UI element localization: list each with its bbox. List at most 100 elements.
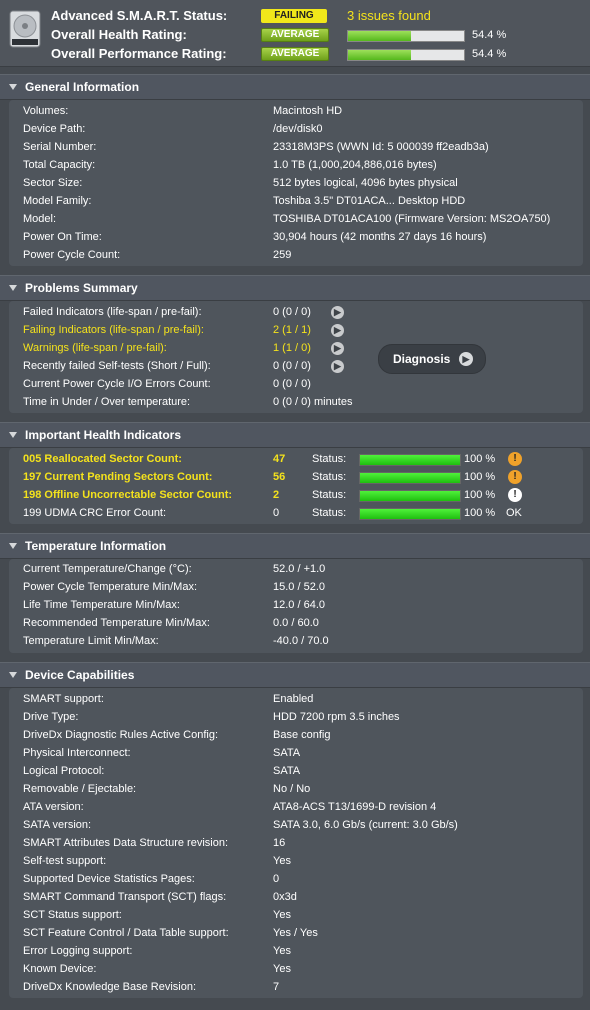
capability-row: SMART support: Enabled	[23, 690, 583, 708]
disclosure-triangle-icon[interactable]	[9, 672, 17, 678]
disclosure-triangle-icon[interactable]	[9, 285, 17, 291]
indicator-bar-fill	[360, 509, 460, 519]
row-value: -40.0 / 70.0	[273, 635, 329, 647]
arrow-right-icon[interactable]: ▶	[331, 342, 344, 355]
row-label: Logical Protocol:	[23, 765, 105, 777]
problem-row: Recently failed Self-tests (Short / Full…	[23, 357, 583, 375]
diagnosis-button[interactable]: Diagnosis ▶	[378, 344, 486, 374]
row-value: Yes	[273, 963, 291, 975]
problem-label: Warnings (life-span / pre-fail):	[23, 342, 167, 354]
health-indicators-panel: 005 Reallocated Sector Count: 47 Status: 10…	[9, 448, 583, 524]
capability-row: Self-test support: Yes	[23, 852, 583, 870]
indicator-bar	[359, 472, 461, 484]
general-info-row: Serial Number: 23318M3PS (WWN Id: 5 00003…	[23, 138, 583, 156]
section-title: Problems Summary	[25, 281, 138, 295]
warning-icon[interactable]: !	[508, 488, 522, 502]
indicator-bar-fill	[360, 473, 460, 483]
diagnosis-label: Diagnosis	[393, 352, 451, 366]
capabilities-panel: SMART support: Enabled Drive Type: HDD 7200…	[9, 688, 583, 998]
arrow-right-icon[interactable]: ▶	[331, 324, 344, 337]
row-label: Power On Time:	[23, 231, 102, 243]
row-value: SATA	[273, 765, 301, 777]
capability-row: Removable / Ejectable: No / No	[23, 780, 583, 798]
indicator-name: 199 UDMA CRC Error Count:	[23, 507, 167, 519]
row-label: Serial Number:	[23, 141, 97, 153]
arrow-right-icon[interactable]: ▶	[331, 360, 344, 373]
section-title: General Information	[25, 80, 140, 94]
general-info-row: Power On Time: 30,904 hours (42 months 27…	[23, 228, 583, 246]
row-label: Error Logging support:	[23, 945, 133, 957]
performance-rating-bar-fill	[348, 50, 412, 60]
disclosure-triangle-icon[interactable]	[9, 543, 17, 549]
problem-label: Time in Under / Over temperature:	[23, 396, 191, 408]
status-header: Advanced S.M.A.R.T. Status: FAILING 3 is…	[0, 0, 590, 67]
row-value: 0.0 / 60.0	[273, 617, 319, 629]
row-value: 259	[273, 249, 292, 261]
row-value: 12.0 / 64.0	[273, 599, 325, 611]
section-header-health[interactable]: Important Health Indicators	[0, 422, 590, 448]
row-label: Model:	[23, 213, 57, 225]
section-title: Important Health Indicators	[25, 428, 182, 442]
section-header-general[interactable]: General Information	[0, 74, 590, 100]
row-label: Drive Type:	[23, 711, 79, 723]
indicator-value: 47	[273, 453, 286, 465]
problem-label: Failing Indicators (life-span / pre-fail…	[23, 324, 204, 336]
row-label: Physical Interconnect:	[23, 747, 131, 759]
indicator-bar	[359, 490, 461, 502]
section-header-capabilities[interactable]: Device Capabilities	[0, 662, 590, 688]
warning-icon[interactable]: !	[508, 452, 522, 466]
capability-row: SCT Status support: Yes	[23, 906, 583, 924]
issues-found-text: 3 issues found	[347, 8, 431, 23]
problems-summary-panel: Failed Indicators (life-span / pre-fail)…	[9, 301, 583, 413]
problem-value: 1 (1 / 0)	[273, 342, 311, 354]
section-header-problems[interactable]: Problems Summary	[0, 275, 590, 301]
status-label: Status:	[312, 453, 347, 465]
row-label: ATA version:	[23, 801, 84, 813]
row-label: Known Device:	[23, 963, 97, 975]
health-indicator-row: 197 Current Pending Sectors Count: 56 Stat…	[23, 468, 583, 486]
performance-rating-bar	[347, 49, 465, 61]
health-rating-badge: AVERAGE	[261, 28, 329, 42]
row-label: SMART support:	[23, 693, 104, 705]
row-label: Power Cycle Count:	[23, 249, 121, 261]
indicator-value: 56	[273, 471, 286, 483]
indicator-bar	[359, 454, 461, 466]
row-value: /dev/disk0	[273, 123, 323, 135]
health-rating-bar-fill	[348, 31, 412, 41]
row-value: Yes / Yes	[273, 927, 318, 939]
performance-rating-badge: AVERAGE	[261, 47, 329, 61]
row-label: Recommended Temperature Min/Max:	[23, 617, 210, 629]
indicator-value: 0	[273, 507, 280, 519]
capability-row: SMART Command Transport (SCT) flags: 0x3d	[23, 888, 583, 906]
row-value: 15.0 / 52.0	[273, 581, 325, 593]
health-indicator-row: 005 Reallocated Sector Count: 47 Status: 10…	[23, 450, 583, 468]
indicator-name: 197 Current Pending Sectors Count:	[23, 471, 213, 483]
capability-row: DriveDx Diagnostic Rules Active Config: B…	[23, 726, 583, 744]
section-header-temperature[interactable]: Temperature Information	[0, 533, 590, 559]
warning-icon[interactable]: !	[508, 470, 522, 484]
problem-value: 0 (0 / 0) minutes	[273, 396, 353, 408]
capability-row: SCT Feature Control / Data Table support…	[23, 924, 583, 942]
row-label: SMART Attributes Data Structure revision…	[23, 837, 229, 849]
health-rating-label: Overall Health Rating:	[51, 27, 187, 42]
row-label: Sector Size:	[23, 177, 83, 189]
disclosure-triangle-icon[interactable]	[9, 84, 17, 90]
problem-row: Current Power Cycle I/O Errors Count: 0 (…	[23, 375, 583, 393]
temperature-row: Current Temperature/Change (°C): 52.0 / +…	[23, 560, 583, 578]
row-label: Removable / Ejectable:	[23, 783, 137, 795]
capability-row: SATA version: SATA 3.0, 6.0 Gb/s (current…	[23, 816, 583, 834]
health-rating-bar	[347, 30, 465, 42]
capability-row: ATA version: ATA8-ACS T13/1699-D revision…	[23, 798, 583, 816]
row-value: SATA	[273, 747, 301, 759]
general-info-row: Model Family: Toshiba 3.5" DT01ACA... Des…	[23, 192, 583, 210]
indicator-bar-fill	[360, 491, 460, 501]
row-value: Toshiba 3.5" DT01ACA... Desktop HDD	[273, 195, 466, 207]
general-info-row: Total Capacity: 1.0 TB (1,000,204,886,016…	[23, 156, 583, 174]
general-info-row: Device Path: /dev/disk0	[23, 120, 583, 138]
row-label: Life Time Temperature Min/Max:	[23, 599, 180, 611]
performance-rating-percent: 54.4 %	[472, 48, 507, 60]
row-label: Power Cycle Temperature Min/Max:	[23, 581, 198, 593]
arrow-right-icon[interactable]: ▶	[331, 306, 344, 319]
problem-value: 0 (0 / 0)	[273, 360, 311, 372]
disclosure-triangle-icon[interactable]	[9, 432, 17, 438]
